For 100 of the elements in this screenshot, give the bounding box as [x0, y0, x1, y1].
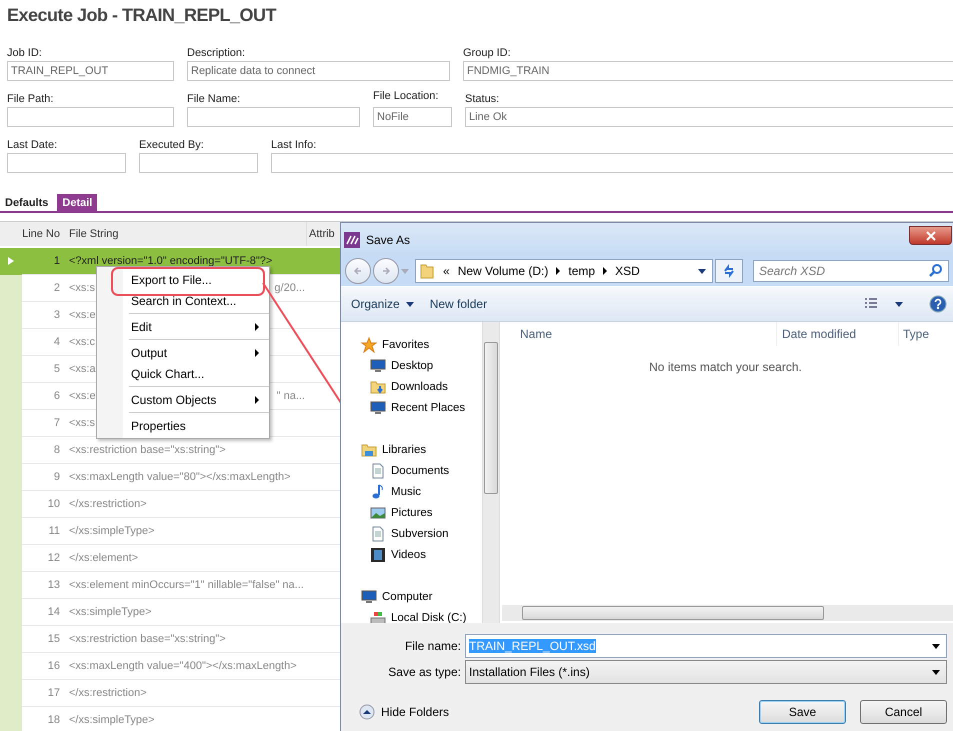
field-label: File Path:: [7, 92, 54, 107]
cancel-button[interactable]: Cancel: [860, 700, 947, 724]
column-header[interactable]: Type: [899, 322, 930, 346]
field-label: File name:: [404, 639, 462, 653]
nav-item[interactable]: Libraries: [361, 439, 482, 460]
dialog-title: Save As: [366, 232, 410, 246]
column-header[interactable]: Line No: [22, 222, 64, 246]
table-cell-text: 7: [52, 417, 61, 429]
menu-item[interactable]: Custom Objects: [97, 389, 269, 410]
table-cell: " na...: [276, 390, 305, 402]
table-cell-text: 13: [46, 579, 61, 591]
search-field[interactable]: Search XSD: [753, 260, 949, 282]
organize-button[interactable]: Organize: [351, 295, 414, 313]
table-cell: <xs:s: [69, 282, 95, 294]
breadcrumb-item[interactable]: XSD: [615, 264, 640, 278]
table-cell: <xs:maxLength value="80"></xs:maxLength>: [69, 471, 291, 483]
table-cell: </xs:restriction>: [69, 687, 147, 699]
menu-item[interactable]: Output: [97, 342, 269, 363]
row-pointer-icon: [8, 257, 14, 265]
close-icon: [926, 230, 936, 240]
table-cell: <xs:restriction base="xs:string">: [69, 444, 226, 456]
breadcrumb-item[interactable]: «: [443, 264, 450, 278]
table-cell-text: 12: [46, 552, 61, 564]
input-field[interactable]: FNDMIG_TRAIN: [463, 61, 953, 81]
field-label: File Location:: [373, 89, 440, 104]
hide-folders-button[interactable]: Hide Folders: [353, 703, 456, 721]
chevron-icon: [603, 267, 608, 275]
document-icon: [370, 462, 386, 478]
table-cell-text: 3: [52, 309, 61, 321]
table-cell: </xs:element>: [69, 552, 138, 564]
field-label: Description:: [187, 46, 246, 61]
address-bar[interactable]: « New Volume (D:) temp XSD: [415, 259, 713, 283]
input-field[interactable]: [187, 107, 360, 127]
back-button[interactable]: [345, 258, 371, 284]
field-label: Last Info:: [271, 138, 318, 153]
column-header[interactable]: Attrib: [307, 222, 335, 246]
forward-button[interactable]: [373, 258, 399, 284]
nav-item[interactable]: Local Disk (C:): [361, 607, 482, 623]
table-cell-text: 15: [46, 633, 61, 645]
caret-icon: [932, 644, 940, 648]
table-cell-text: 1: [52, 255, 61, 267]
input-field[interactable]: [7, 153, 126, 173]
input-field[interactable]: [7, 107, 174, 127]
table-cell: <xs:e: [69, 309, 96, 321]
nav-item[interactable]: Videos: [361, 544, 482, 565]
page-title: Execute Job - TRAIN_REPL_OUT: [6, 4, 278, 27]
input-field[interactable]: NoFile: [373, 107, 452, 127]
column-header[interactable]: File String: [64, 222, 307, 246]
table-cell-text: 4: [52, 336, 61, 348]
breadcrumb-item[interactable]: temp: [568, 264, 596, 278]
app-logo-icon: [344, 232, 360, 248]
tab[interactable]: Detail: [57, 194, 98, 211]
menu-item[interactable]: Export to File...: [97, 269, 269, 290]
scrollbar[interactable]: [482, 322, 499, 623]
nav-item[interactable]: Pictures: [361, 502, 482, 523]
table-cell-text: 8: [52, 444, 61, 456]
refresh-icon: [722, 264, 736, 278]
close-button[interactable]: [909, 226, 952, 245]
computer-icon: [370, 400, 386, 416]
picture-icon: [370, 504, 386, 520]
refresh-button[interactable]: [715, 259, 743, 283]
save-button[interactable]: Save: [759, 700, 846, 724]
caret-icon: [932, 670, 940, 674]
submenu-arrow-icon: [255, 396, 259, 404]
breadcrumb-item[interactable]: New Volume (D:): [458, 264, 548, 278]
forward-arrow-icon: [381, 266, 391, 276]
field-label: Last Date:: [7, 138, 58, 153]
table-cell: <xs:s: [69, 417, 95, 429]
column-header[interactable]: Name: [500, 322, 777, 346]
folder-icon: [419, 263, 435, 279]
table-cell: <xs:a: [69, 363, 96, 375]
field-label: Executed By:: [139, 138, 205, 153]
column-header[interactable]: Date modified: [777, 322, 899, 346]
field-label: File Name:: [187, 92, 242, 107]
file-type-dropdown[interactable]: Installation Files (*.ins): [465, 660, 947, 684]
input-field[interactable]: TRAIN_REPL_OUT: [7, 61, 174, 81]
nav-item[interactable]: Computer: [361, 586, 482, 607]
music-note-icon: [370, 484, 386, 500]
input-field[interactable]: [139, 153, 258, 173]
scrollbar[interactable]: [502, 605, 953, 621]
table-cell-text: 11: [48, 525, 61, 537]
menu-item[interactable]: Search in Context...: [97, 290, 269, 311]
field-label: Status:: [465, 92, 500, 107]
menu-item[interactable]: Properties: [97, 415, 269, 436]
input-field[interactable]: [271, 153, 953, 173]
nav-item[interactable]: Recent Places: [361, 397, 482, 418]
nav-item[interactable]: Desktop: [361, 355, 482, 376]
nav-item[interactable]: Subversion: [361, 523, 482, 544]
nav-item[interactable]: Favorites: [361, 334, 482, 355]
field-label: Save as type:: [387, 665, 462, 679]
menu-item[interactable]: Edit: [97, 316, 269, 337]
table-cell: <xs:restriction base="xs:string">: [69, 633, 226, 645]
nav-item[interactable]: Downloads: [361, 376, 482, 397]
table-cell: <xs:element minOccurs="1" nillable="false" na...: [69, 579, 304, 591]
input-field[interactable]: Line Ok: [465, 107, 953, 127]
new-folder-button[interactable]: New folder: [430, 295, 488, 313]
input-field[interactable]: Replicate data to connect: [187, 61, 450, 81]
nav-item[interactable]: Music: [361, 481, 482, 502]
menu-item[interactable]: Quick Chart...: [97, 363, 269, 384]
nav-item[interactable]: Documents: [361, 460, 482, 481]
